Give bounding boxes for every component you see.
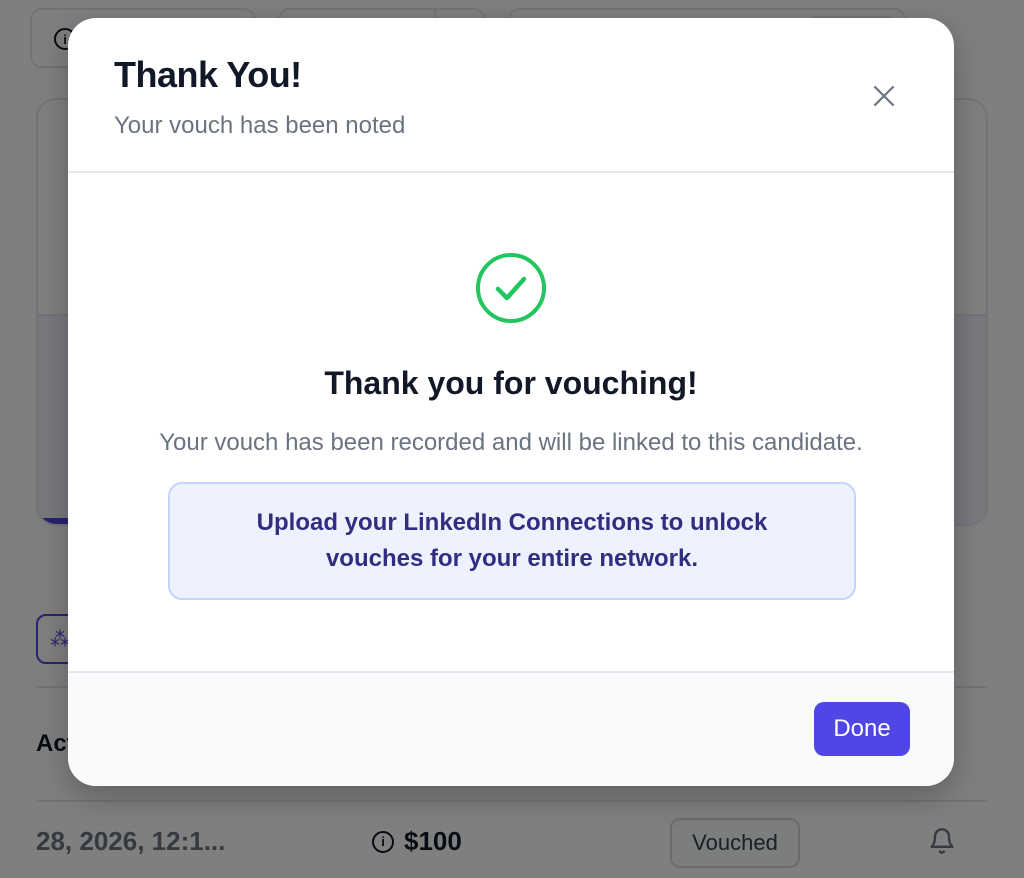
thank-you-modal: Thank You! Your vouch has been noted Tha…	[68, 18, 954, 786]
success-heading: Thank you for vouching!	[324, 365, 698, 401]
close-icon	[873, 85, 895, 107]
modal-subtitle: Your vouch has been noted	[114, 112, 406, 139]
done-button[interactable]: Done	[814, 702, 910, 756]
close-button[interactable]	[868, 80, 900, 112]
modal-header: Thank You! Your vouch has been noted	[68, 18, 954, 173]
modal-title: Thank You!	[114, 54, 302, 95]
check-circle-icon	[476, 253, 546, 323]
upload-linkedin-callout[interactable]: Upload your LinkedIn Connections to unlo…	[168, 482, 856, 600]
modal-footer: Done	[68, 671, 954, 786]
success-description: Your vouch has been recorded and will be…	[159, 429, 863, 456]
modal-body: Thank you for vouching! Your vouch has b…	[68, 173, 954, 671]
